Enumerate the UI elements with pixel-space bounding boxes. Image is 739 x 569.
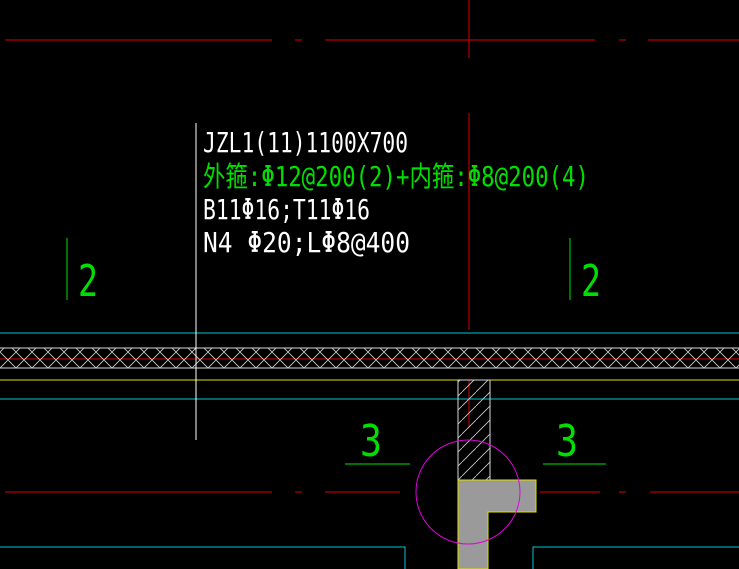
section-marker-number: 2: [581, 256, 601, 307]
section-marker-bottom-left[interactable]: 3: [345, 416, 410, 467]
axis-lines: [0, 0, 739, 569]
side-bar-label: N4 Φ20;LΦ8@400: [203, 226, 410, 259]
beam-annotation[interactable]: JZL1(11)1100X700 外箍:Φ12@200(2)+内箍:Φ8@200…: [203, 126, 589, 259]
bottom-outlines: [0, 546, 739, 569]
outline-left: [0, 546, 406, 569]
section-marker-number: 2: [78, 256, 98, 307]
beam-band[interactable]: [0, 332, 739, 400]
section-marker-number: 3: [360, 416, 382, 467]
section-marker-bottom-right[interactable]: 3: [543, 416, 606, 467]
cad-drawing-canvas[interactable]: JZL1(11)1100X700 外箍:Φ12@200(2)+内箍:Φ8@200…: [0, 0, 739, 569]
longitudinal-bar-label: B11Φ16;T11Φ16: [203, 193, 370, 226]
column-fill: [457, 479, 537, 569]
section-marker-left[interactable]: 2: [66, 238, 98, 307]
section-marker-right[interactable]: 2: [569, 238, 601, 307]
wall-hatch: [457, 379, 491, 481]
column-wall[interactable]: [415, 379, 537, 569]
beam-hatch: [0, 348, 739, 368]
beam-id-label: JZL1(11)1100X700: [203, 126, 408, 159]
outline-right: [532, 546, 739, 569]
stirrup-label: 外箍:Φ12@200(2)+内箍:Φ8@200(4): [203, 160, 589, 193]
section-marker-number: 3: [556, 416, 578, 467]
